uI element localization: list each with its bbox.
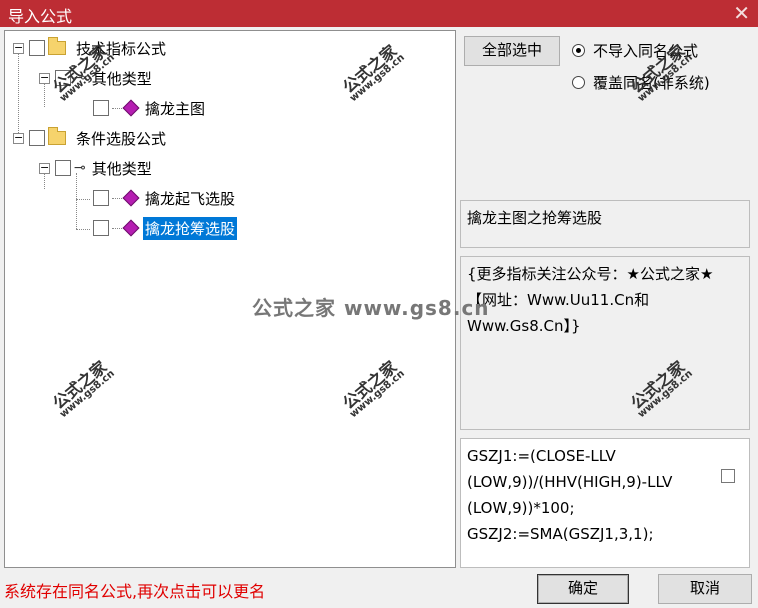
tree-checkbox[interactable] (29, 40, 45, 56)
tree-label: 擒龙主图 (145, 99, 206, 118)
formula-panel[interactable]: GSZJ1:=(CLOSE-LLV (LOW,9))/(HHV(HIGH,9)-… (460, 438, 750, 568)
cancel-button[interactable]: 取消 (658, 574, 752, 604)
tree-node-formula[interactable]: 擒龙主图 (93, 97, 207, 119)
formula-line: GSZJ2:=SMA(GSZJ1,3,1); (467, 525, 654, 543)
tree-label: 条件选股公式 (76, 129, 167, 148)
description-text: {更多指标关注公众号：★公式之家★ 【网址：Www.Uu11.Cn和Www.Gs… (467, 265, 714, 335)
title-bar: 导入公式 ✕ (0, 0, 758, 27)
tree-label: 其他类型 (91, 159, 152, 178)
close-icon[interactable]: ✕ (733, 1, 750, 25)
tree-line (76, 229, 90, 230)
tree-line (76, 173, 77, 229)
tree-node-group2-sub[interactable]: − ⊸ 其他类型 (39, 157, 154, 179)
collapse-icon[interactable]: − (13, 42, 24, 54)
radio-dot[interactable] (572, 44, 585, 57)
formula-gem-icon (122, 189, 140, 207)
status-message: 系统存在同名公式,再次点击可以更名 (4, 582, 266, 601)
folder-icon (48, 127, 66, 145)
key-icon: ⊸ (74, 160, 86, 176)
formula-name-panel: 擒龙主图之抢筹选股 (460, 200, 750, 248)
tree-checkbox[interactable] (93, 100, 109, 116)
radio-dot[interactable] (572, 76, 585, 89)
ok-button[interactable]: 确定 (537, 574, 629, 604)
description-panel: {更多指标关注公众号：★公式之家★ 【网址：Www.Uu11.Cn和Www.Gs… (460, 256, 750, 430)
tree-node-group2[interactable]: − 条件选股公式 (13, 127, 168, 149)
formula-gem-icon (122, 219, 140, 237)
tree-node-formula[interactable]: 擒龙起飞选股 (93, 187, 237, 209)
tree-checkbox[interactable] (93, 220, 109, 236)
watermark-center: 公式之家 www.gs8.cn (252, 296, 490, 320)
folder-icon (48, 37, 66, 55)
collapse-icon[interactable]: − (13, 132, 24, 144)
collapse-icon[interactable]: − (39, 162, 50, 174)
select-all-button[interactable]: 全部选中 (464, 36, 560, 66)
window-title: 导入公式 (8, 7, 73, 26)
tree-checkbox[interactable] (55, 160, 71, 176)
tree-checkbox[interactable] (29, 130, 45, 146)
formula-name: 擒龙主图之抢筹选股 (467, 209, 603, 227)
formula-line: GSZJ1:=(CLOSE-LLV (467, 447, 616, 465)
formula-gem-icon (122, 99, 140, 117)
tree-label: 擒龙抢筹选股 (143, 216, 238, 240)
formula-line: (LOW,9))*100; (467, 499, 575, 517)
tree-label: 擒龙起飞选股 (145, 189, 236, 208)
formula-checkbox[interactable] (721, 469, 735, 483)
tree-line (76, 199, 90, 200)
tree-node-formula-selected[interactable]: 擒龙抢筹选股 (93, 216, 238, 240)
formula-line: (LOW,9))/(HHV(HIGH,9)-LLV (467, 473, 673, 491)
tree-checkbox[interactable] (93, 190, 109, 206)
